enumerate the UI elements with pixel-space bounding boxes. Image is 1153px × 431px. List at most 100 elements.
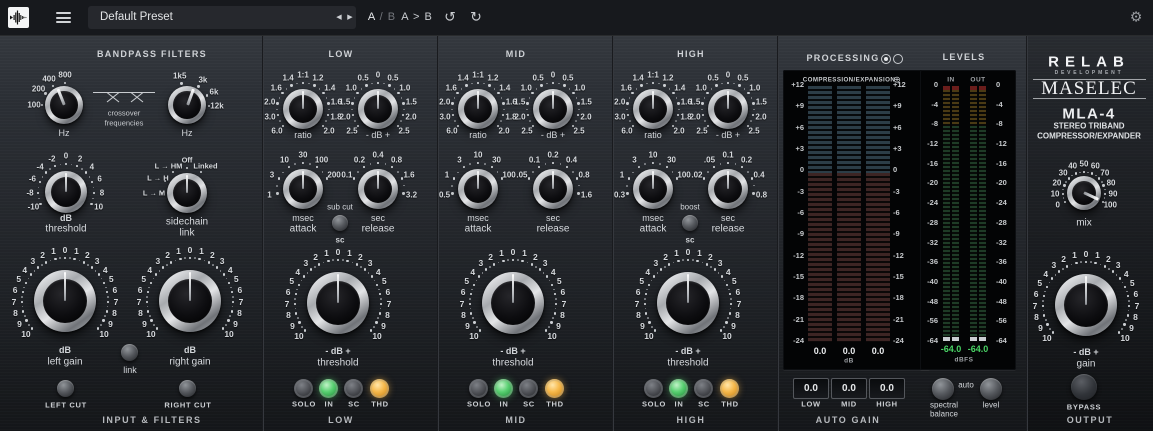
mid-sc-led-button[interactable]: [519, 379, 538, 398]
high-in-label: IN: [674, 399, 684, 409]
mix-caption: mix: [1076, 217, 1092, 229]
high-thd-led-button[interactable]: [720, 379, 739, 398]
mid-sc-label: SC: [523, 399, 535, 409]
low-solo-led-button[interactable]: [294, 379, 313, 398]
menu-icon[interactable]: [56, 12, 71, 23]
in-left-meter: [943, 86, 950, 341]
autogain-footer: AUTO GAIN: [815, 415, 881, 425]
processing-mode-b-radio[interactable]: [893, 54, 903, 64]
output-footer: OUTPUT: [1066, 415, 1114, 425]
right-cut-button[interactable]: [179, 380, 196, 397]
a-to-b-copy-button[interactable]: A > B: [401, 11, 433, 23]
preset-prev-icon[interactable]: ◀: [336, 13, 341, 21]
spectral-caption-1: spectral: [929, 400, 959, 410]
low-gain-meter: [808, 86, 832, 342]
low-gain-readout: 0.0: [813, 346, 827, 356]
preset-next-icon[interactable]: ▶: [347, 13, 352, 21]
high-in-led-button[interactable]: [669, 379, 688, 398]
left-gain-caption: left gain: [47, 356, 83, 368]
low-sc-label: SC: [348, 399, 360, 409]
relab-wordmark: RELAB: [1048, 53, 1130, 71]
mid-in-label: IN: [499, 399, 509, 409]
processing-scale-right: +12 +9 +6 +3 0 -3 -6 -9 -12 -15 -18 -21 -24: [893, 80, 906, 345]
mid-release-unit: sec: [545, 213, 561, 223]
mid-thd-led-button[interactable]: [545, 379, 564, 398]
mid-thd-label: THD: [546, 399, 564, 409]
levels-scale-left: 0 -4 -8 -12 -16 -20 -24 -28 -32 -36 -40 -48 -56 -64: [927, 80, 938, 345]
high-thd-label: THD: [721, 399, 739, 409]
high-release-unit: sec: [720, 213, 736, 223]
mid-attack-unit: msec: [467, 213, 489, 223]
output-gain-caption: gain: [1076, 358, 1096, 370]
out-right-meter: [979, 86, 986, 341]
autogain-mid-label: MID: [841, 399, 857, 409]
low-threshold-caption: threshold: [317, 357, 359, 369]
gain-link-button[interactable]: [121, 344, 138, 361]
mid-solo-led-button[interactable]: [469, 379, 488, 398]
level-knob[interactable]: [980, 378, 1002, 400]
model-subtitle-2: COMPRESSOR/EXPANDER: [1037, 131, 1141, 141]
levels-section-title: LEVELS: [942, 52, 986, 62]
bypass-button[interactable]: [1071, 374, 1097, 400]
high-solo-led-button[interactable]: [644, 379, 663, 398]
high-solo-label: SOLO: [641, 399, 667, 409]
low-attack-unit: msec: [292, 213, 314, 223]
crossover-caption-2: frequencies: [104, 118, 144, 128]
in-right-meter: [952, 86, 959, 341]
crossover-curves-icon: [93, 91, 155, 103]
mid-footer: MID: [505, 415, 527, 425]
output-gain-knob[interactable]: 0 1 1 2 2 3 3 4 4 5 5 6 6 7 7 8 8 9 9 10 10: [1011, 230, 1153, 380]
low-release-unit: sec: [370, 213, 386, 223]
left-gain-unit: dB: [59, 345, 71, 355]
redo-icon[interactable]: ↻: [470, 9, 482, 26]
spectral-balance-knob[interactable]: [932, 378, 954, 400]
ab-compare-button[interactable]: A / B: [368, 11, 396, 23]
bypass-label: BYPASS: [1066, 402, 1102, 412]
spectral-caption-2: balance: [929, 409, 959, 419]
high-gain-meter: [866, 86, 890, 342]
out-meter-label: OUT: [970, 76, 986, 84]
ab-active-label: A: [367, 11, 376, 23]
left-cut-button[interactable]: [57, 380, 74, 397]
relab-logo-icon: [8, 7, 29, 28]
low-thd-led-button[interactable]: [370, 379, 389, 398]
maselec-rule-bottom: [1033, 98, 1146, 99]
low-in-led-button[interactable]: [319, 379, 338, 398]
low-thd-label: THD: [371, 399, 389, 409]
autogain-high-label: HIGH: [876, 399, 898, 409]
autogain-low-readout: 0.0: [793, 378, 829, 399]
high-sc-led-button[interactable]: [694, 379, 713, 398]
low-sc-led-button[interactable]: [344, 379, 363, 398]
low-footer: LOW: [328, 415, 354, 425]
model-name: MLA-4: [1062, 105, 1116, 123]
undo-icon[interactable]: ↺: [444, 9, 456, 26]
mla4-plugin-window: Default Preset ◀ ▶ A / B A > B ↺ ↻ ⚙ BAN…: [0, 0, 1153, 431]
high-threshold-caption: threshold: [667, 357, 709, 369]
high-attack-unit: msec: [642, 213, 664, 223]
processing-section-title: PROCESSING: [806, 53, 880, 63]
processing-mode-a-radio[interactable]: [881, 54, 891, 64]
preset-name: Default Preset: [100, 11, 173, 23]
level-caption: level: [982, 400, 1000, 410]
autogain-mid-readout: 0.0: [831, 378, 867, 399]
mid-in-led-button[interactable]: [494, 379, 513, 398]
autogain-high-readout: 0.0: [869, 378, 905, 399]
processing-unit: dB: [844, 357, 854, 365]
mid-threshold-caption: threshold: [492, 357, 534, 369]
high-gain-readout: 0.0: [871, 346, 885, 356]
boost-caption: boost: [680, 202, 700, 212]
processing-scale-left: +12 +9 +6 +3 0 -3 -6 -9 -12 -15 -18 -21 -24: [791, 80, 804, 345]
sub-cut-caption: sub cut: [327, 202, 353, 212]
in-level-readout: -64.0: [940, 344, 962, 354]
in-meter-label: IN: [947, 76, 955, 84]
levels-unit: dBFS: [954, 356, 974, 364]
crossover-caption-1: crossover: [107, 108, 141, 118]
right-cut-label: RIGHT CUT: [164, 400, 212, 410]
out-left-meter: [970, 86, 977, 341]
mid-gain-readout: 0.0: [842, 346, 856, 356]
settings-gear-icon[interactable]: ⚙: [1130, 9, 1143, 26]
compression-expansion-title: COMPRESSION/EXPANSION: [802, 76, 896, 84]
titlebar: Default Preset ◀ ▶ A / B A > B ↺ ↻ ⚙: [0, 0, 1153, 36]
output-gain-unit: - dB +: [1073, 347, 1099, 357]
preset-selector[interactable]: Default Preset ◀ ▶: [88, 6, 356, 29]
